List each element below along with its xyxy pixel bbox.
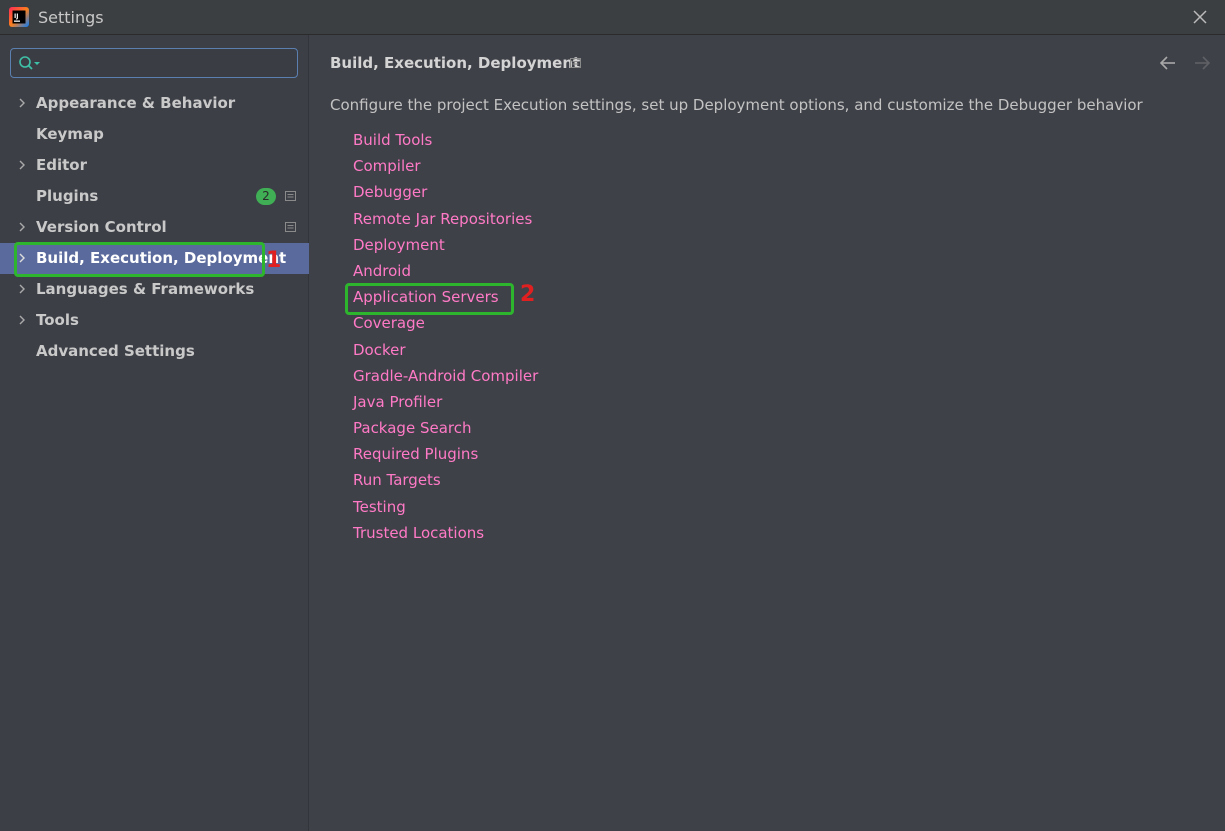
- title-bar: IJ Settings: [0, 0, 1225, 35]
- sidebar-item-label: Plugins: [36, 187, 99, 205]
- close-icon[interactable]: [1189, 6, 1211, 28]
- window-title: Settings: [38, 8, 104, 27]
- link-remote-jar-repositories[interactable]: Remote Jar Repositories: [353, 208, 538, 234]
- sidebar-item-label: Keymap: [36, 125, 104, 143]
- subsection-links: Build Tools Compiler Debugger Remote Jar…: [353, 129, 538, 548]
- link-debugger[interactable]: Debugger: [353, 181, 538, 207]
- link-testing[interactable]: Testing: [353, 496, 538, 522]
- logo-text: IJ: [14, 13, 18, 20]
- link-required-plugins[interactable]: Required Plugins: [353, 443, 538, 469]
- sidebar-item-version-control[interactable]: Version Control: [0, 212, 309, 243]
- sidebar-item-label: Tools: [36, 311, 79, 329]
- sidebar-item-tools[interactable]: Tools: [0, 305, 309, 336]
- history-navigation: [1155, 53, 1215, 73]
- link-android[interactable]: Android: [353, 260, 538, 286]
- link-run-targets[interactable]: Run Targets: [353, 469, 538, 495]
- settings-content-pane: Build, Execution, Deployment Configure t…: [309, 35, 1225, 831]
- project-level-icon: [285, 191, 296, 201]
- sidebar-item-advanced-settings[interactable]: Advanced Settings: [0, 336, 309, 367]
- search-input[interactable]: [45, 52, 289, 76]
- search-icon[interactable]: [18, 55, 42, 73]
- annotation-step-number: 1: [266, 248, 282, 273]
- search-field[interactable]: [10, 48, 298, 78]
- back-arrow-icon[interactable]: [1157, 53, 1179, 73]
- intellij-logo-icon: IJ: [9, 7, 29, 27]
- link-compiler[interactable]: Compiler: [353, 155, 538, 181]
- settings-nav: Appearance & Behavior Keymap Editor Plug…: [0, 88, 309, 367]
- link-build-tools[interactable]: Build Tools: [353, 129, 538, 155]
- chevron-right-icon[interactable]: [16, 221, 28, 233]
- chevron-right-icon[interactable]: [16, 97, 28, 109]
- sidebar-item-keymap[interactable]: Keymap: [0, 119, 309, 150]
- chevron-right-icon[interactable]: [16, 314, 28, 326]
- link-docker[interactable]: Docker: [353, 339, 538, 365]
- sidebar-item-label: Languages & Frameworks: [36, 280, 255, 298]
- link-java-profiler[interactable]: Java Profiler: [353, 391, 538, 417]
- updates-count-badge: 2: [256, 188, 276, 205]
- chevron-right-icon[interactable]: [16, 159, 28, 171]
- page-title: Build, Execution, Deployment: [330, 54, 581, 72]
- chevron-right-icon[interactable]: [16, 283, 28, 295]
- sidebar-item-label: Build, Execution, Deployment: [36, 249, 287, 267]
- project-level-icon: [285, 222, 296, 232]
- sidebar-item-label: Advanced Settings: [36, 342, 195, 360]
- sidebar-item-languages-frameworks[interactable]: Languages & Frameworks: [0, 274, 309, 305]
- link-trusted-locations[interactable]: Trusted Locations: [353, 522, 538, 548]
- project-level-icon: [570, 58, 581, 68]
- page-description: Configure the project Execution settings…: [330, 96, 1143, 114]
- forward-arrow-icon[interactable]: [1191, 53, 1213, 73]
- sidebar-item-label: Editor: [36, 156, 87, 174]
- sidebar-item-editor[interactable]: Editor: [0, 150, 309, 181]
- link-deployment[interactable]: Deployment: [353, 234, 538, 260]
- sidebar-item-label: Version Control: [36, 218, 167, 236]
- link-coverage[interactable]: Coverage: [353, 312, 538, 338]
- sidebar-item-build-execution-deployment[interactable]: Build, Execution, Deployment: [0, 243, 309, 274]
- link-package-search[interactable]: Package Search: [353, 417, 538, 443]
- sidebar-item-plugins[interactable]: Plugins 2: [0, 181, 309, 212]
- settings-sidebar: Appearance & Behavior Keymap Editor Plug…: [0, 35, 309, 831]
- sidebar-item-label: Appearance & Behavior: [36, 94, 236, 112]
- sidebar-item-appearance-behavior[interactable]: Appearance & Behavior: [0, 88, 309, 119]
- annotation-step-number: 2: [520, 282, 536, 307]
- link-application-servers[interactable]: Application Servers: [353, 286, 538, 312]
- chevron-right-icon[interactable]: [16, 252, 28, 264]
- link-gradle-android-compiler[interactable]: Gradle-Android Compiler: [353, 365, 538, 391]
